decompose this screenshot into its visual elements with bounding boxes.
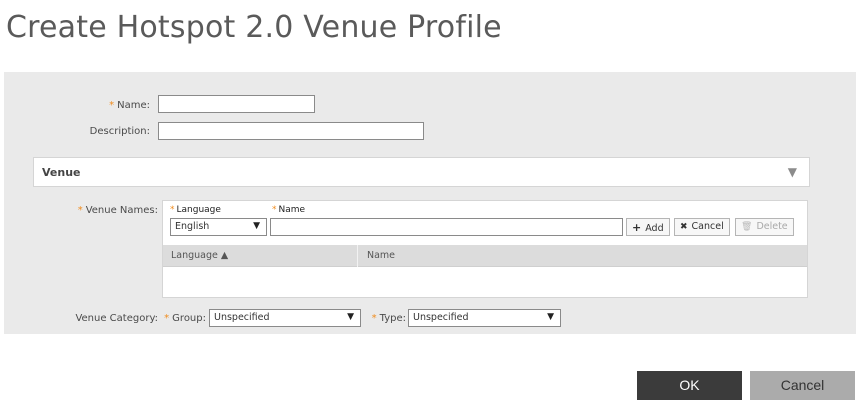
delete-button[interactable]: 🗑 Delete — [735, 218, 794, 236]
trash-icon: 🗑 — [741, 222, 753, 232]
name-input[interactable] — [158, 95, 315, 113]
group-select-value: Unspecified — [214, 312, 270, 323]
venue-section-header[interactable]: Venue ▼ — [33, 157, 810, 187]
table-header-name[interactable]: Name — [367, 250, 395, 261]
chevron-down-icon: ▼ — [347, 312, 354, 322]
delete-button-label: Delete — [756, 221, 788, 232]
venue-names-label-text: Venue Names: — [85, 205, 158, 216]
group-select[interactable]: Unspecified ▼ — [209, 309, 361, 327]
venue-section-title: Venue — [42, 166, 81, 179]
required-marker: * — [272, 205, 277, 215]
add-button[interactable]: + Add — [626, 218, 670, 236]
name-column-header: * Name — [272, 205, 305, 215]
language-column-header: * Language — [170, 205, 221, 215]
venue-category-label: Venue Category: — [75, 313, 158, 324]
ok-button[interactable]: OK — [637, 371, 742, 400]
required-marker: * — [164, 313, 170, 324]
description-label: Description: — [89, 126, 150, 137]
chevron-down-icon: ▼ — [253, 221, 260, 231]
close-icon: ✖ — [680, 222, 688, 232]
plus-icon: + — [632, 221, 642, 234]
type-select-value: Unspecified — [413, 312, 469, 323]
name-label-text: Name: — [117, 100, 150, 111]
required-marker: * — [77, 205, 83, 216]
required-marker: * — [170, 205, 175, 215]
venue-names-label: * Venue Names: — [70, 205, 158, 216]
table-header-language[interactable]: Language ▲ — [171, 250, 228, 261]
required-marker: * — [371, 313, 377, 324]
chevron-down-icon: ▼ — [547, 312, 554, 322]
description-input[interactable] — [158, 122, 424, 140]
venue-name-input[interactable] — [270, 218, 623, 236]
add-button-label: Add — [645, 223, 664, 234]
cancel-button[interactable]: Cancel — [750, 371, 855, 400]
language-select[interactable]: English ▼ — [170, 218, 267, 236]
language-select-value: English — [175, 221, 210, 232]
venue-names-table-body — [163, 267, 807, 297]
type-select[interactable]: Unspecified ▼ — [408, 309, 561, 327]
cancel-entry-button[interactable]: ✖ Cancel — [674, 218, 730, 236]
venue-names-table-header: Language ▲ Name — [163, 245, 807, 267]
type-label-text: Type: — [379, 313, 406, 324]
group-label-text: Group: — [172, 313, 206, 324]
name-header-text: Name — [278, 205, 306, 215]
cancel-entry-button-label: Cancel — [691, 221, 724, 232]
page-title: Create Hotspot 2.0 Venue Profile — [6, 10, 502, 45]
group-label: * Group: — [164, 313, 206, 324]
collapse-toggle-icon[interactable]: ▼ — [788, 165, 797, 179]
language-header-text: Language — [176, 205, 221, 215]
column-divider — [357, 245, 358, 267]
required-marker: * — [109, 100, 115, 111]
type-label: * Type: — [366, 313, 406, 324]
name-label: * Name: — [100, 100, 150, 111]
